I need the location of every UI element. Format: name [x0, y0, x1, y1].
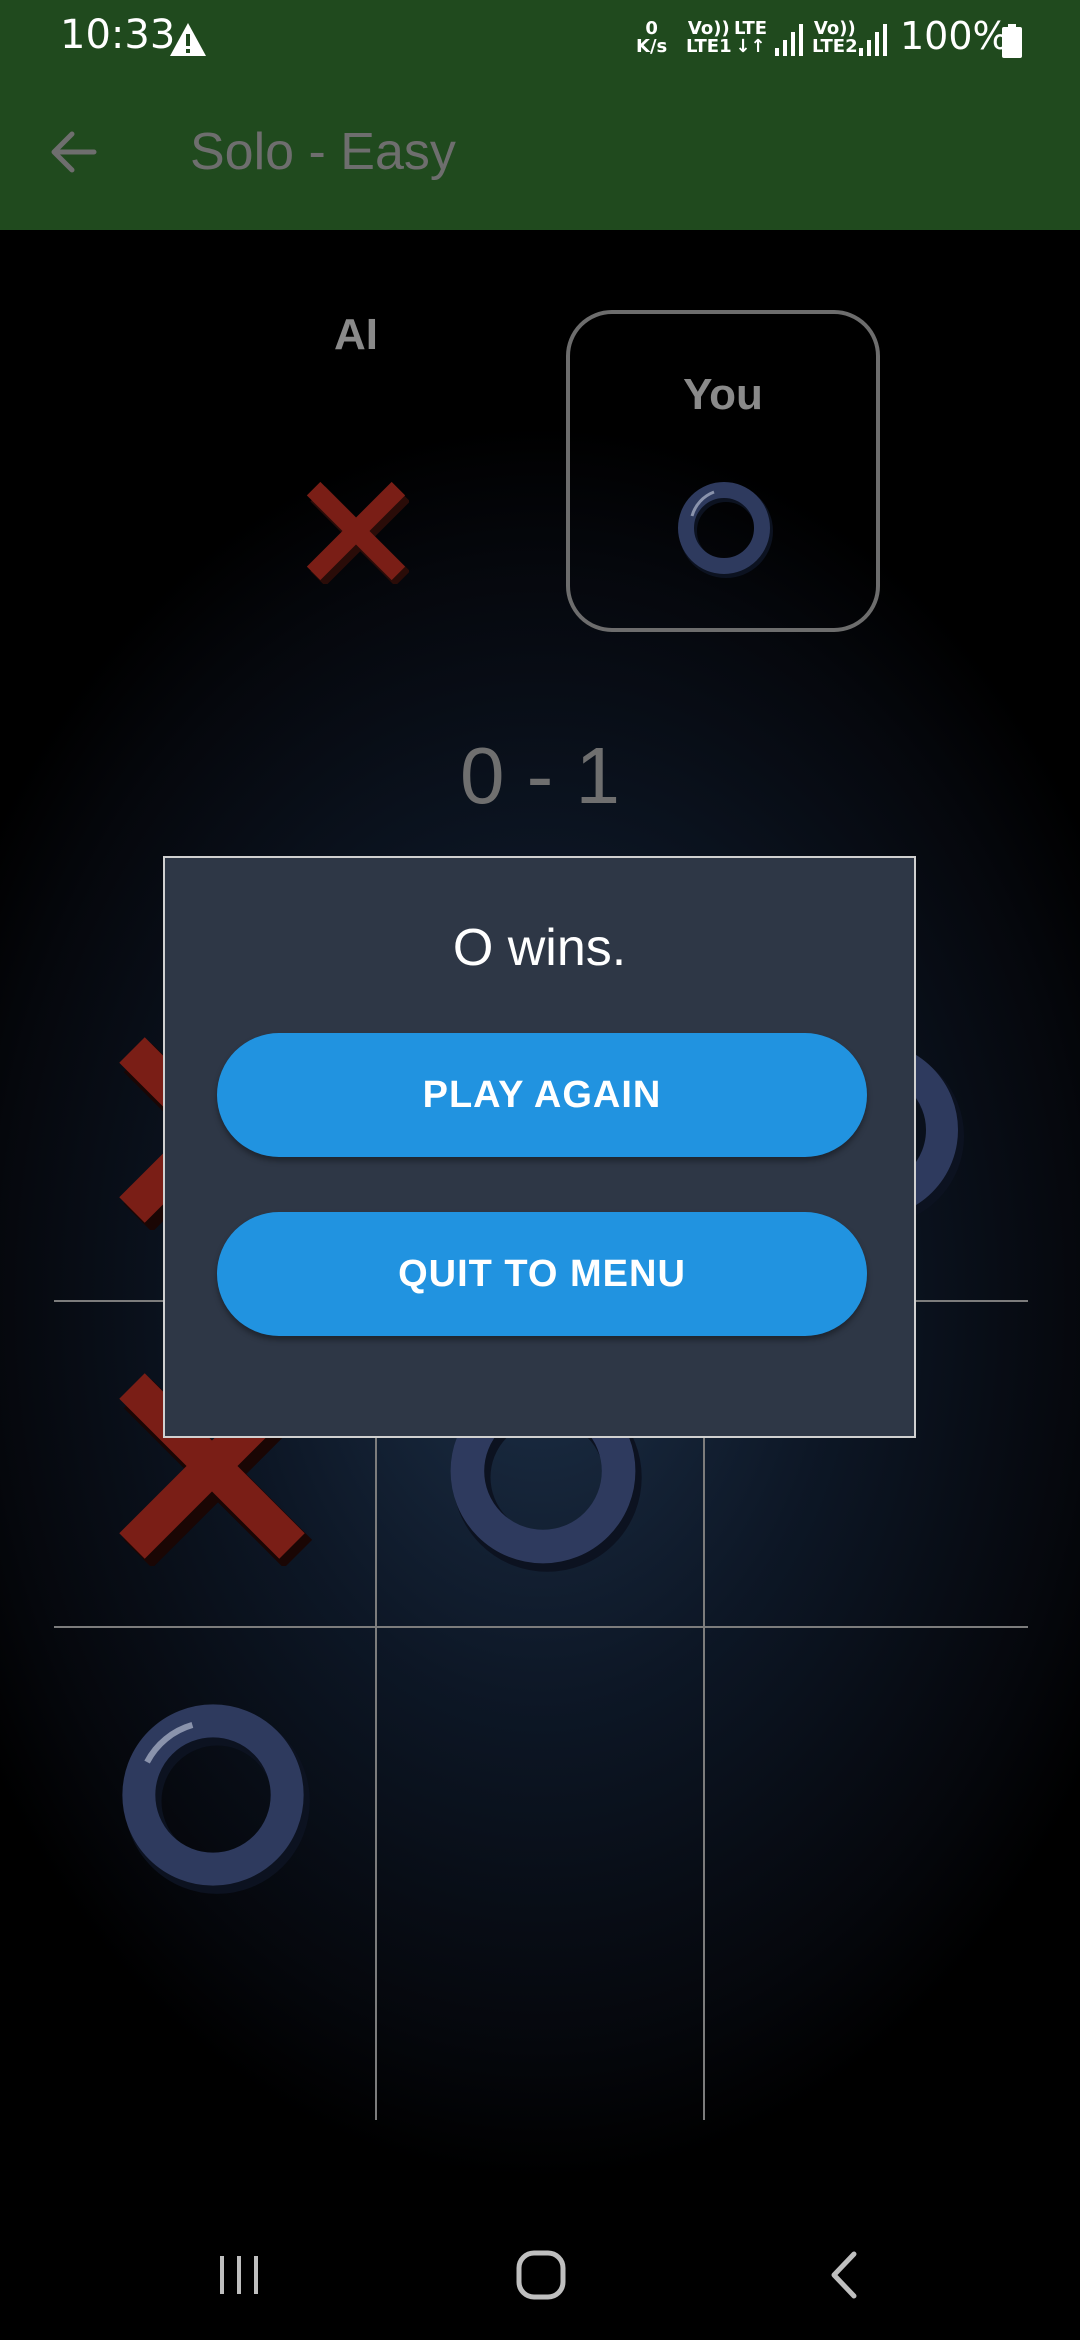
lte-indicator: LTE ↓↑: [734, 18, 768, 57]
status-time: 10:33: [60, 12, 176, 58]
player-ai-label: AI: [334, 310, 378, 359]
battery-icon: [1002, 24, 1022, 58]
player-you-label: You: [683, 370, 763, 419]
page-title: Solo - Easy: [190, 123, 456, 181]
recent-apps-icon[interactable]: [214, 2250, 264, 2300]
signal-icon-2: [859, 24, 887, 56]
home-icon[interactable]: [514, 2248, 568, 2302]
battery-percent: 100%: [900, 14, 1009, 58]
you-o-icon: [678, 482, 773, 578]
nav-bar: [0, 2180, 1080, 2340]
app-bar: Solo - Easy: [0, 84, 1080, 230]
sim2-indicator: Vo)) LTE2: [812, 18, 858, 57]
sim1-indicator: Vo)) LTE1: [686, 18, 732, 57]
net-speed: 0 K/s: [636, 18, 668, 57]
status-bar: 10:33 0 K/s Vo)) LTE1 LTE ↓↑ Vo)) LTE2 1…: [0, 0, 1080, 84]
warning-icon: [170, 23, 206, 56]
signal-icon: [775, 24, 803, 56]
back-arrow-icon[interactable]: [44, 122, 104, 182]
grid-line-h2: [54, 1626, 1028, 1628]
ai-x-icon: [306, 481, 409, 584]
board-cell-7-o[interactable]: [110, 1692, 316, 1898]
player-ai: AI: [258, 310, 454, 460]
winner-message: O wins.: [452, 919, 627, 977]
game-over-dialog: O wins. PLAY AGAIN QUIT TO MENU: [163, 856, 916, 1438]
player-you-card: You: [566, 310, 880, 632]
back-nav-icon[interactable]: [820, 2250, 870, 2300]
score-display: 0 - 1: [459, 731, 621, 820]
play-again-button[interactable]: PLAY AGAIN: [217, 1033, 867, 1157]
quit-to-menu-button[interactable]: QUIT TO MENU: [217, 1212, 867, 1336]
